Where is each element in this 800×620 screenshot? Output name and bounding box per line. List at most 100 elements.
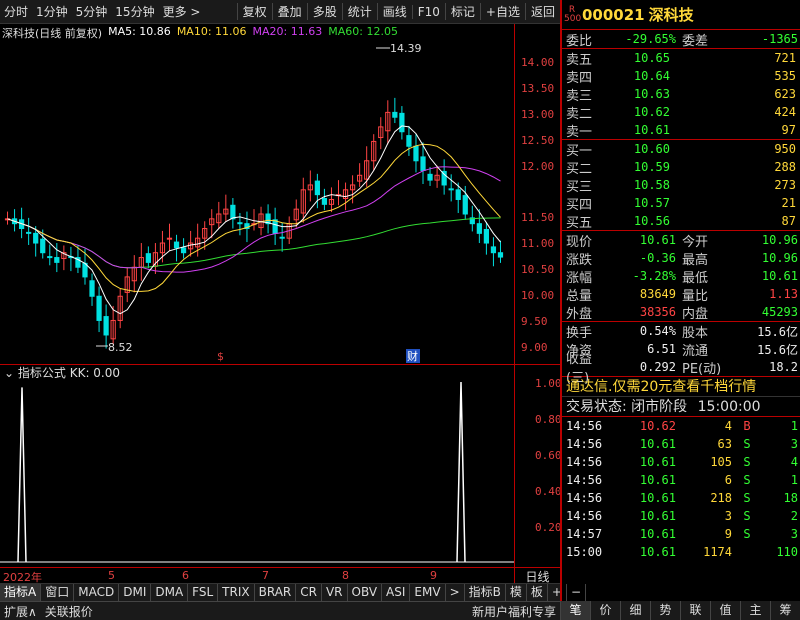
toolbar-item-add-watchlist[interactable]: +自选: [479, 3, 525, 20]
candle-body: [145, 253, 151, 263]
toolbar-item-5min[interactable]: 5分钟: [72, 3, 112, 20]
toolbar-item-fuquan[interactable]: 复权: [236, 3, 272, 20]
tab-xi[interactable]: 细: [620, 601, 650, 620]
new-user-promo-link[interactable]: 新用户福利专享: [468, 603, 560, 620]
date-month: 6: [182, 569, 189, 582]
tab-template-2[interactable]: 板: [527, 584, 548, 601]
quote-label: 涨跌: [566, 252, 593, 268]
candle-body: [420, 156, 426, 171]
tab-chou[interactable]: 筹: [770, 601, 800, 620]
order-book-row[interactable]: 卖五 10.65 721: [562, 49, 800, 68]
period-label[interactable]: 日线: [514, 567, 560, 584]
low-marker-label: 8.52: [108, 341, 133, 354]
tab-window[interactable]: 窗口: [41, 584, 75, 601]
tab-emv[interactable]: EMV: [410, 584, 446, 601]
order-book-row[interactable]: 买五 10.56 87: [562, 212, 800, 231]
sell-volume: 424: [774, 105, 796, 119]
buy-volume: 87: [781, 214, 796, 228]
tab-lian[interactable]: 联: [680, 601, 710, 620]
toolbar-item-back[interactable]: 返回: [524, 3, 560, 20]
chevron-down-icon[interactable]: ⌄: [4, 366, 14, 380]
order-book-row[interactable]: 买四 10.57 21: [562, 194, 800, 213]
quote-block-1: 现价 10.61 今开 10.96 涨跌 -0.36 最高 10.96 涨幅 -3.28% 最低…: [562, 231, 800, 322]
sell-volume: 721: [774, 51, 796, 65]
candle-body: [96, 295, 102, 321]
quote-value: 0.292: [639, 360, 676, 374]
tick-count: 18: [783, 491, 798, 505]
order-book-row[interactable]: 卖二 10.62 424: [562, 103, 800, 122]
tick-side: B: [743, 419, 751, 433]
tab-dma[interactable]: DMA: [151, 584, 189, 601]
tab-indicator-a[interactable]: 指标A: [0, 584, 42, 601]
quote-value: -3.28%: [632, 269, 676, 283]
candlestick-chart[interactable]: 14.39 8.52 $ 财: [0, 24, 514, 364]
toolbar-item-timeshare[interactable]: 分时: [0, 3, 32, 20]
candle-body: [399, 112, 405, 133]
tab-cr[interactable]: CR: [296, 584, 322, 601]
buy-price: 10.57: [633, 196, 670, 210]
date-month: 5: [108, 569, 115, 582]
tab-asi[interactable]: ASI: [382, 584, 411, 601]
candle-body: [483, 228, 490, 244]
toolbar-item-more[interactable]: 更多 >: [159, 3, 205, 20]
tab-template-1[interactable]: 模: [506, 584, 527, 601]
expand-button[interactable]: 扩展∧: [0, 603, 41, 620]
tab-zhu[interactable]: 主: [740, 601, 770, 620]
order-book-row[interactable]: 买一 10.60 950: [562, 140, 800, 159]
quote-row: 涨幅 -3.28% 最低 10.61: [562, 267, 800, 286]
tab-zhi[interactable]: 值: [710, 601, 740, 620]
toolbar-item-overlay[interactable]: 叠加: [271, 3, 307, 20]
toolbar-item-mark[interactable]: 标记: [444, 3, 480, 20]
order-book-row[interactable]: 卖三 10.63 623: [562, 85, 800, 104]
indicator-axis: 1.00 0.80 0.60 0.40 0.20: [514, 364, 562, 567]
tick-row: 14:56 10.61 105 S 4: [562, 453, 800, 471]
order-book-row[interactable]: 买二 10.59 288: [562, 158, 800, 177]
tab-dmi[interactable]: DMI: [119, 584, 152, 601]
stock-code: 000021: [582, 5, 645, 24]
candle-body: [237, 222, 243, 225]
buy-volume: 273: [774, 178, 796, 192]
tab-bi[interactable]: 笔: [560, 601, 590, 620]
tick-volume: 6: [724, 473, 732, 487]
tab-vr[interactable]: VR: [322, 584, 348, 601]
tab-obv[interactable]: OBV: [348, 584, 383, 601]
tab-brar[interactable]: BRAR: [255, 584, 297, 601]
indicator-header[interactable]: ⌄ 指标公式 KK: 0.00: [0, 364, 514, 380]
price-tick: 12.50: [521, 134, 555, 147]
tab-shi[interactable]: 势: [650, 601, 680, 620]
toolbar-item-multistock[interactable]: 多股: [306, 3, 342, 20]
tick-volume: 3: [724, 509, 732, 523]
candle-body: [272, 219, 278, 234]
tab-macd[interactable]: MACD: [74, 584, 120, 601]
candle-body: [406, 135, 412, 147]
quote-value: 0.54%: [639, 324, 676, 338]
tab-indicator-b[interactable]: 指标B: [465, 584, 506, 601]
toolbar-item-1min[interactable]: 1分钟: [32, 3, 72, 20]
tab-fsl[interactable]: FSL: [188, 584, 219, 601]
quote-value: 6.51: [647, 342, 676, 356]
candle-body: [89, 280, 95, 297]
toolbar-item-stats[interactable]: 统计: [341, 3, 377, 20]
toolbar-item-15min[interactable]: 15分钟: [111, 3, 158, 20]
tab-jia[interactable]: 价: [590, 601, 620, 620]
tab-trix[interactable]: TRIX: [218, 584, 255, 601]
tab-more-arrow[interactable]: >: [446, 584, 465, 601]
order-book-row[interactable]: 卖四 10.64 535: [562, 67, 800, 86]
toolbar-item-draw[interactable]: 画线: [376, 3, 412, 20]
indicator-chart[interactable]: [0, 380, 514, 565]
tick-count: 1: [790, 419, 798, 433]
tick-time: 14:56: [566, 473, 603, 487]
quote-label: 最高: [682, 252, 709, 268]
toolbar-item-f10[interactable]: F10: [411, 4, 445, 19]
sell-level-label: 卖一: [566, 124, 593, 140]
order-book-row[interactable]: 卖一 10.61 97: [562, 121, 800, 140]
price-tick: 13.50: [521, 82, 555, 95]
order-book-row[interactable]: 买三 10.58 273: [562, 176, 800, 195]
buy-level-label: 买四: [566, 197, 593, 213]
tick-side: S: [743, 437, 751, 451]
promo-banner[interactable]: 通达信.仅需20元查看千档行情: [562, 377, 800, 397]
tick-list[interactable]: 14:56 10.62 4 B 1 14:56 10.61 63 S 3 14:56 10.61 1…: [562, 417, 800, 561]
related-quotes-button[interactable]: 关联报价: [41, 603, 97, 620]
candle-body: [173, 241, 180, 249]
candle-body: [427, 173, 433, 181]
